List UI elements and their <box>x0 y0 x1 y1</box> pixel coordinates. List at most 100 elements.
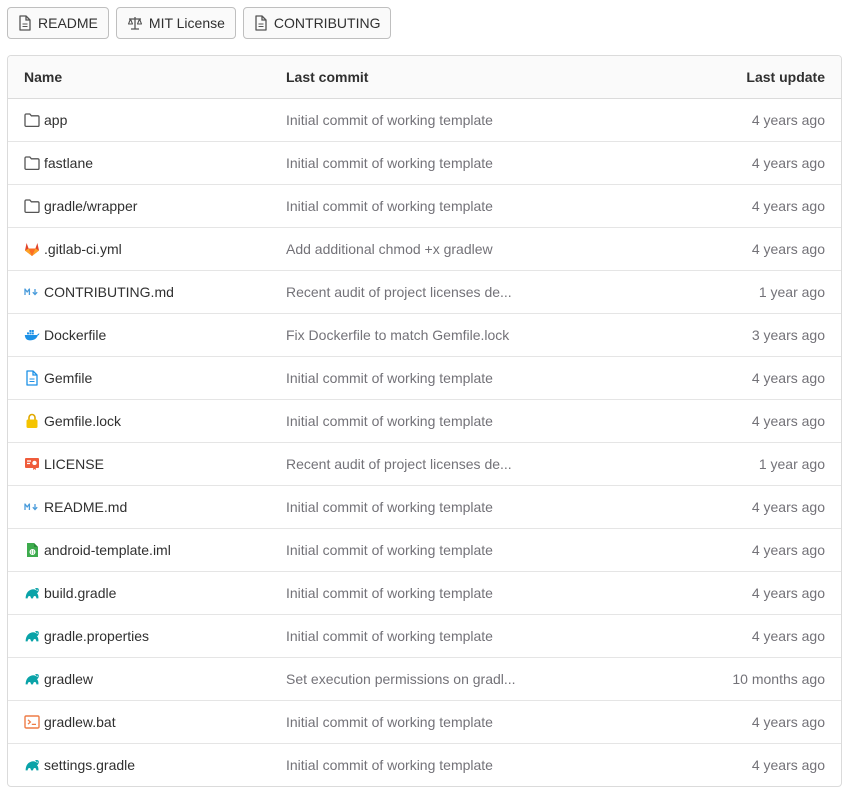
table-row: Gemfile.lock Initial commit of working te… <box>8 400 841 443</box>
file-link[interactable]: README.md <box>44 499 127 515</box>
android-file-icon <box>24 542 40 558</box>
file-link[interactable]: app <box>44 112 67 128</box>
gradle-icon <box>24 628 40 644</box>
commit-message-link[interactable]: Initial commit of working template <box>286 112 493 128</box>
last-commit-cell: Initial commit of working template <box>286 542 546 558</box>
file-link[interactable]: Gemfile.lock <box>44 413 121 429</box>
table-row: gradlew Set execution permissions on grad… <box>8 658 841 701</box>
column-header-last-update: Last update <box>746 69 825 85</box>
last-commit-cell: Initial commit of working template <box>286 112 546 128</box>
file-name-cell: LICENSE <box>8 456 286 472</box>
last-update-cell: 4 years ago <box>751 112 825 128</box>
lock-icon <box>24 413 40 429</box>
commit-message-link[interactable]: Initial commit of working template <box>286 714 493 730</box>
file-icon <box>18 15 32 31</box>
file-name-cell: Gemfile <box>8 370 286 386</box>
file-link[interactable]: Dockerfile <box>44 327 106 343</box>
commit-message-link[interactable]: Initial commit of working template <box>286 198 493 214</box>
license-icon <box>24 456 40 472</box>
file-name-cell: android-template.iml <box>8 542 286 558</box>
last-commit-cell: Initial commit of working template <box>286 370 546 386</box>
table-row: build.gradle Initial commit of working te… <box>8 572 841 615</box>
badge-readme[interactable]: README <box>7 7 109 39</box>
commit-message-link[interactable]: Initial commit of working template <box>286 542 493 558</box>
file-link[interactable]: build.gradle <box>44 585 116 601</box>
last-commit-cell: Initial commit of working template <box>286 413 546 429</box>
file-link[interactable]: .gitlab-ci.yml <box>44 241 122 257</box>
last-update-cell: 4 years ago <box>751 241 825 257</box>
table-row: LICENSE Recent audit of project licenses … <box>8 443 841 486</box>
table-body: app Initial commit of working template 4 y… <box>8 99 841 786</box>
last-commit-cell: Initial commit of working template <box>286 198 546 214</box>
table-row: app Initial commit of working template 4 y… <box>8 99 841 142</box>
file-name-cell: gradle/wrapper <box>8 198 286 214</box>
commit-message-link[interactable]: Fix Dockerfile to match Gemfile.lock <box>286 327 509 343</box>
table-row: gradle.properties Initial commit of worki… <box>8 615 841 658</box>
docker-icon <box>24 327 40 343</box>
table-row: fastlane Initial commit of working templa… <box>8 142 841 185</box>
badge-contributing[interactable]: CONTRIBUTING <box>242 7 392 39</box>
readme-badges: README MIT License CONTRIBUTING <box>7 7 392 39</box>
file-link[interactable]: fastlane <box>44 155 93 171</box>
last-update-cell: 4 years ago <box>751 628 825 644</box>
file-name-cell: Gemfile.lock <box>8 413 286 429</box>
commit-message-link[interactable]: Initial commit of working template <box>286 370 493 386</box>
commit-message-link[interactable]: Initial commit of working template <box>286 155 493 171</box>
file-link[interactable]: CONTRIBUTING.md <box>44 284 174 300</box>
commit-message-link[interactable]: Initial commit of working template <box>286 413 493 429</box>
file-link[interactable]: gradle.properties <box>44 628 149 644</box>
badge-label: README <box>38 15 98 31</box>
table-row: Dockerfile Fix Dockerfile to match Gemfil… <box>8 314 841 357</box>
commit-message-link[interactable]: Recent audit of project licenses de... <box>286 456 512 472</box>
folder-icon <box>24 198 40 214</box>
file-name-cell: CONTRIBUTING.md <box>8 284 286 300</box>
last-update-cell: 3 years ago <box>751 327 825 343</box>
file-link[interactable]: gradlew.bat <box>44 714 116 730</box>
commit-message-link[interactable]: Set execution permissions on gradl... <box>286 671 516 687</box>
table-row: settings.gradle Initial commit of working… <box>8 744 841 786</box>
file-icon <box>24 370 40 386</box>
last-commit-cell: Recent audit of project licenses de... <box>286 456 546 472</box>
gitlab-icon <box>24 241 40 257</box>
last-update-cell: 10 months ago <box>732 671 825 687</box>
commit-message-link[interactable]: Initial commit of working template <box>286 628 493 644</box>
file-link[interactable]: gradle/wrapper <box>44 198 137 214</box>
last-commit-cell: Set execution permissions on gradl... <box>286 671 546 687</box>
last-commit-cell: Fix Dockerfile to match Gemfile.lock <box>286 327 546 343</box>
file-name-cell: gradle.properties <box>8 628 286 644</box>
last-update-cell: 4 years ago <box>751 585 825 601</box>
badge-label: MIT License <box>148 15 225 31</box>
table-header: Name Last commit Last update <box>8 56 841 99</box>
gradle-icon <box>24 671 40 687</box>
last-commit-cell: Initial commit of working template <box>286 714 546 730</box>
terminal-icon <box>24 714 40 730</box>
file-name-cell: README.md <box>8 499 286 515</box>
last-update-cell: 4 years ago <box>751 370 825 386</box>
table-row: CONTRIBUTING.md Recent audit of project l… <box>8 271 841 314</box>
file-name-cell: build.gradle <box>8 585 286 601</box>
commit-message-link[interactable]: Recent audit of project licenses de... <box>286 284 512 300</box>
column-header-name: Name <box>24 69 63 85</box>
commit-message-link[interactable]: Add additional chmod +x gradlew <box>286 241 493 257</box>
file-link[interactable]: Gemfile <box>44 370 92 386</box>
file-link[interactable]: android-template.iml <box>44 542 171 558</box>
last-update-cell: 1 year ago <box>758 456 825 472</box>
last-update-cell: 4 years ago <box>751 542 825 558</box>
last-update-cell: 4 years ago <box>751 413 825 429</box>
last-update-cell: 4 years ago <box>751 714 825 730</box>
commit-message-link[interactable]: Initial commit of working template <box>286 499 493 515</box>
table-row: Gemfile Initial commit of working templat… <box>8 357 841 400</box>
gradle-icon <box>24 585 40 601</box>
badge-label: CONTRIBUTING <box>273 15 381 31</box>
file-name-cell: app <box>8 112 286 128</box>
markdown-icon <box>24 499 40 515</box>
commit-message-link[interactable]: Initial commit of working template <box>286 585 493 601</box>
last-update-cell: 4 years ago <box>751 155 825 171</box>
file-link[interactable]: gradlew <box>44 671 93 687</box>
last-update-cell: 4 years ago <box>751 198 825 214</box>
badge-mit-license[interactable]: MIT License <box>115 7 236 39</box>
folder-icon <box>24 155 40 171</box>
folder-icon <box>24 112 40 128</box>
table-row: gradle/wrapper Initial commit of working … <box>8 185 841 228</box>
file-link[interactable]: LICENSE <box>44 456 104 472</box>
